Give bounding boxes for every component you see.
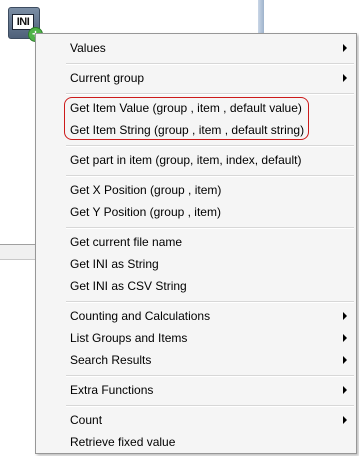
menu-item-label: Get X Position (group , item) xyxy=(70,183,222,197)
submenu-arrow-icon xyxy=(343,334,347,342)
menu-item-count[interactable]: Count xyxy=(38,409,354,431)
submenu-arrow-icon xyxy=(343,386,347,394)
menu-item-label: Get Item Value (group , item , default v… xyxy=(70,101,302,115)
menu-item-list-groups-and-items[interactable]: List Groups and Items xyxy=(38,327,354,349)
menu-item-get-ini-as-string[interactable]: Get INI as String xyxy=(38,253,354,275)
menu-item-label: List Groups and Items xyxy=(70,331,188,345)
menu-separator xyxy=(66,227,354,229)
menu-item-label: Get INI as String xyxy=(70,257,159,271)
menu-separator xyxy=(66,93,354,95)
menu-item-label: Get part in item (group, item, index, de… xyxy=(70,153,302,167)
menu-item-retrieve-fixed-value[interactable]: Retrieve fixed value xyxy=(38,431,354,453)
menu-item-label: Retrieve fixed value xyxy=(70,435,176,449)
menu-item-get-part-in-item[interactable]: Get part in item (group, item, index, de… xyxy=(38,149,354,171)
context-menu: Values Current group Get Item Value (gro… xyxy=(35,33,357,454)
menu-item-label: Counting and Calculations xyxy=(70,309,211,323)
menu-item-label: Get current file name xyxy=(70,235,183,249)
menu-separator xyxy=(66,175,354,177)
menu-item-label: Get INI as CSV String xyxy=(70,279,187,293)
menu-separator xyxy=(66,405,354,407)
menu-item-current-group[interactable]: Current group xyxy=(38,67,354,89)
menu-item-get-y-position[interactable]: Get Y Position (group , item) xyxy=(38,201,354,223)
menu-item-get-x-position[interactable]: Get X Position (group , item) xyxy=(38,179,354,201)
menu-item-extra-functions[interactable]: Extra Functions xyxy=(38,379,354,401)
menu-item-label: Get Item String (group , item , default … xyxy=(70,123,305,137)
submenu-arrow-icon xyxy=(343,74,347,82)
menu-separator xyxy=(66,301,354,303)
menu-item-get-ini-as-csv-string[interactable]: Get INI as CSV String xyxy=(38,275,354,297)
menu-item-label: Values xyxy=(70,41,106,55)
menu-separator xyxy=(66,63,354,65)
menu-item-label: Extra Functions xyxy=(70,383,154,397)
menu-item-label: Current group xyxy=(70,71,145,85)
menu-item-search-results[interactable]: Search Results xyxy=(38,349,354,371)
menu-item-get-item-string[interactable]: Get Item String (group , item , default … xyxy=(38,119,354,141)
menu-item-get-current-file-name[interactable]: Get current file name xyxy=(38,231,354,253)
menu-item-label: Count xyxy=(70,413,103,427)
menu-item-label: Search Results xyxy=(70,353,152,367)
menu-item-values[interactable]: Values xyxy=(38,37,354,59)
menu-separator xyxy=(66,145,354,147)
submenu-arrow-icon xyxy=(343,312,347,320)
submenu-arrow-icon xyxy=(343,416,347,424)
menu-item-counting-and-calculations[interactable]: Counting and Calculations xyxy=(38,305,354,327)
menu-separator xyxy=(66,375,354,377)
submenu-arrow-icon xyxy=(343,44,347,52)
menu-item-label: Get Y Position (group , item) xyxy=(70,205,221,219)
menu-item-get-item-value[interactable]: Get Item Value (group , item , default v… xyxy=(38,97,354,119)
submenu-arrow-icon xyxy=(343,356,347,364)
